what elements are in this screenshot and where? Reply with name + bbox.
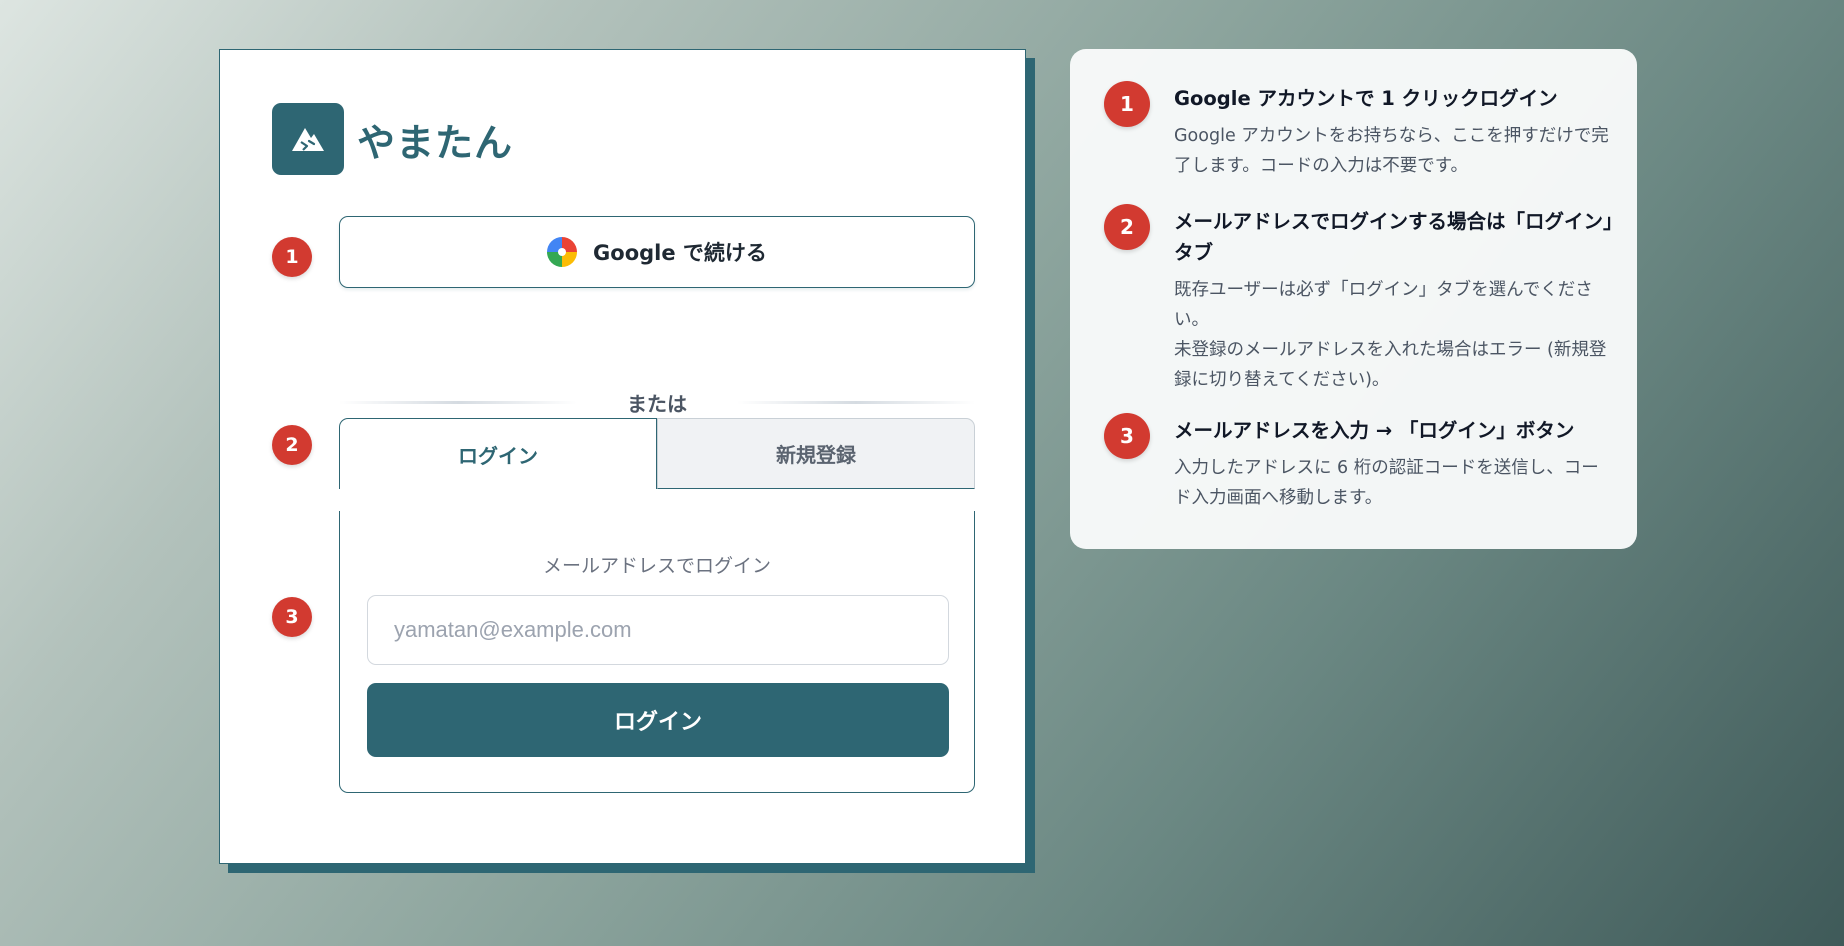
brand-name: やまたん <box>357 120 514 165</box>
guide-title-3: メールアドレスを入力 → 「ログイン」ボタン <box>1174 419 1575 442</box>
mountain-icon <box>292 128 324 151</box>
guide-body-2a: 既存ユーザーは必ず「ログイン」タブを選んでください。 <box>1174 280 1593 330</box>
guide-body-2b: 未登録のメールアドレスを入れた場合はエラー (新規登録に切り替えてください)。 <box>1174 340 1607 390</box>
form-hint: メールアドレスでログイン <box>542 555 771 577</box>
guide-step-badge-3: 3 <box>1104 413 1150 459</box>
divider-line-right <box>737 400 975 404</box>
login-card: やまたん 1 Google で続ける または 2 ログイン 新規登録 3 メール… <box>219 49 1026 864</box>
guide-title-2: メールアドレスでログインする場合は「ログイン」タブ <box>1174 210 1613 264</box>
guide-body-3: 入力したアドレスに 6 桁の認証コードを送信し、コード入力画面へ移動します。 <box>1174 458 1599 508</box>
guide-panel: 1 Google アカウントで 1 クリックログイン Google アカウントを… <box>1070 49 1637 549</box>
guide-body-1: Google アカウントをお持ちなら、ここを押すだけで完了します。コードの入力は… <box>1174 126 1609 176</box>
guide-step-badge-2: 2 <box>1104 204 1150 250</box>
google-continue-button[interactable]: Google で続ける <box>339 216 975 288</box>
google-icon <box>547 237 578 267</box>
brand: やまたん <box>272 103 513 175</box>
login-submit-button[interactable]: ログイン <box>367 683 949 757</box>
email-input[interactable] <box>367 595 949 665</box>
tab-register[interactable]: 新規登録 <box>657 418 975 489</box>
auth-tabs: ログイン 新規登録 <box>339 418 975 489</box>
guide-title-1: Google アカウントで 1 クリックログイン <box>1174 87 1558 110</box>
divider-line-left <box>339 400 577 404</box>
guide-step-badge-1: 1 <box>1104 81 1150 127</box>
google-button-label: Google で続ける <box>593 241 767 265</box>
tab-login[interactable]: ログイン <box>339 418 657 489</box>
or-divider: または <box>339 382 975 422</box>
login-form: メールアドレスでログイン ログイン <box>339 511 975 793</box>
step-badge-2: 2 <box>272 425 312 465</box>
divider-text: または <box>627 391 687 416</box>
step-badge-3: 3 <box>272 597 312 637</box>
logo <box>272 103 344 175</box>
step-badge-1: 1 <box>272 237 312 277</box>
